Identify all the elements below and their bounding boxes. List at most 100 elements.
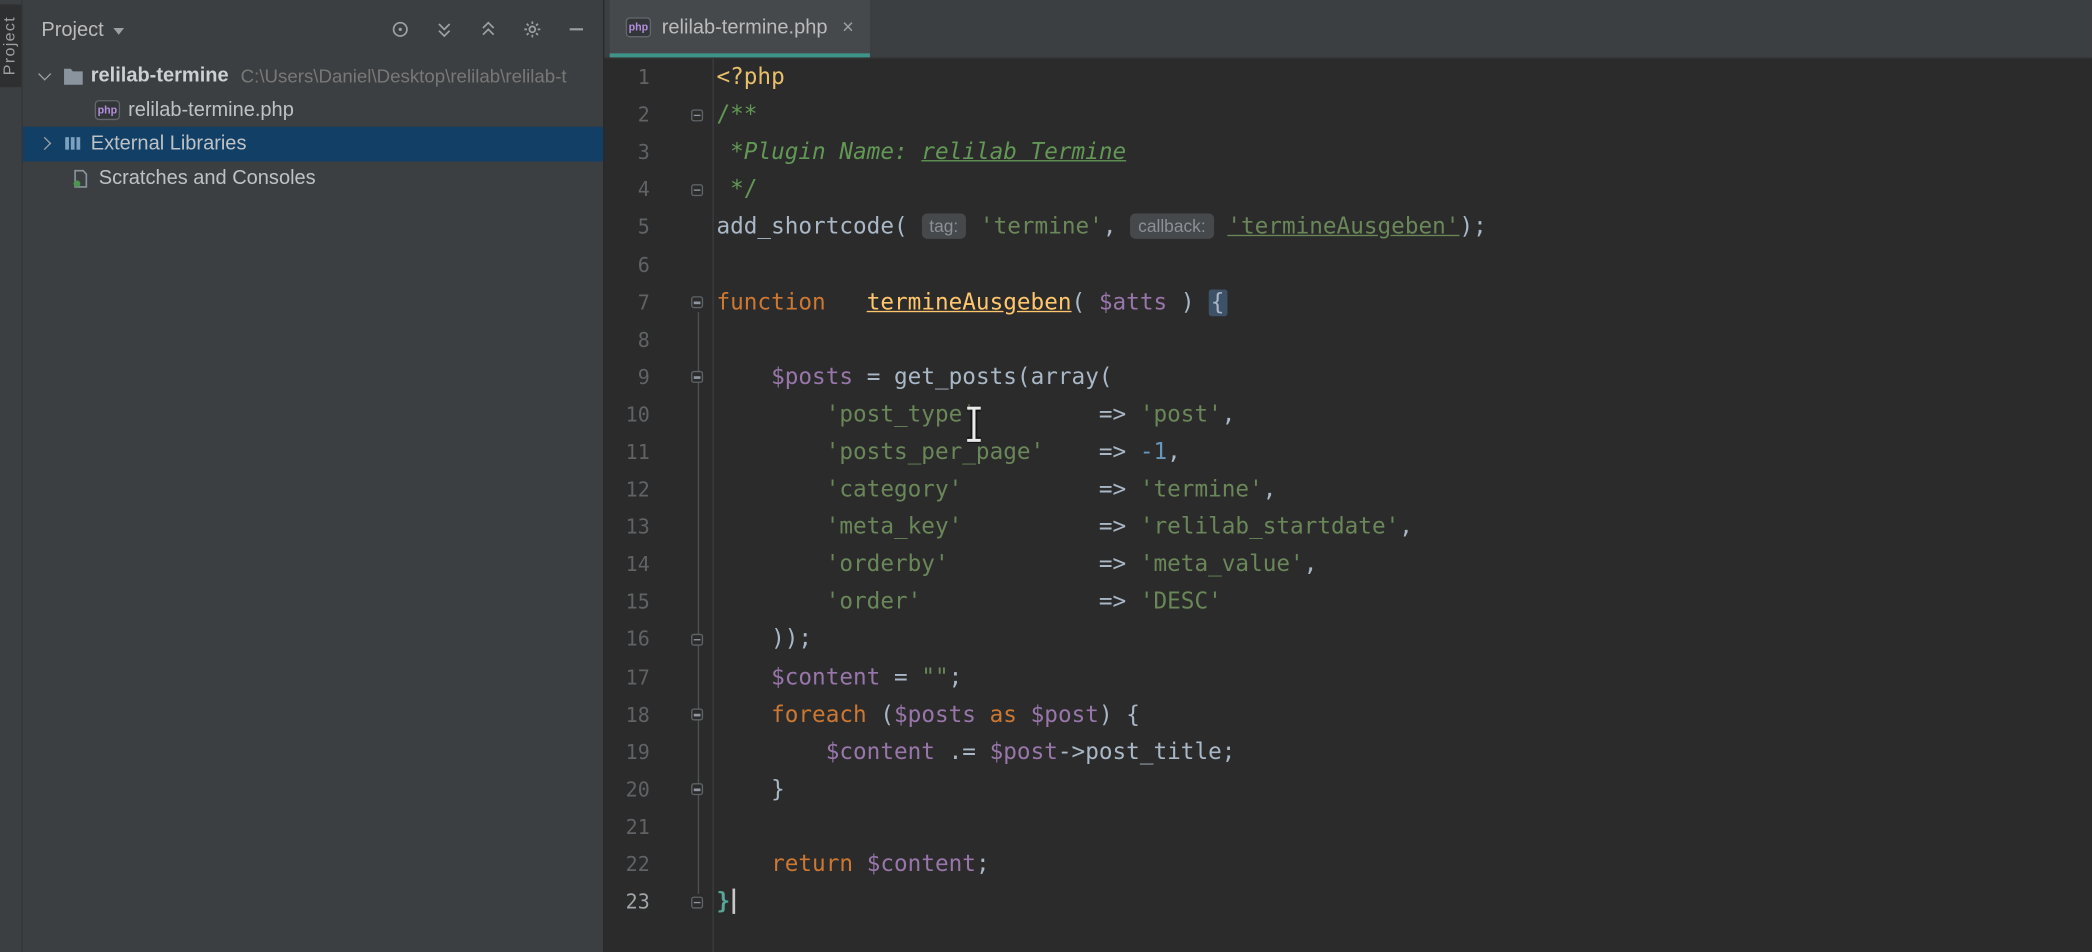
gutter-line[interactable]: 10 [604, 396, 712, 433]
fold-marker-icon[interactable] [691, 296, 703, 308]
expand-all-icon[interactable] [434, 19, 455, 40]
gutter-line[interactable]: 8 [604, 321, 712, 358]
code-line[interactable] [716, 321, 2092, 358]
gutter-line[interactable]: 4 [604, 171, 712, 208]
gutter-line[interactable]: 5 [604, 209, 712, 246]
code-line[interactable]: foreach ($posts as $post) { [716, 696, 2092, 733]
line-number[interactable]: 14 [604, 553, 649, 577]
ide-window: Project Project [0, 0, 2092, 952]
gutter-line[interactable]: 6 [604, 246, 712, 283]
code-line[interactable]: $content .= $post->post_title; [716, 733, 2092, 770]
line-number[interactable]: 3 [604, 140, 649, 164]
gutter-line[interactable]: 15 [604, 583, 712, 620]
editor-tab-active[interactable]: php relilab-termine.php × [610, 0, 870, 57]
line-number[interactable]: 11 [604, 440, 649, 464]
line-number[interactable]: 23 [604, 890, 649, 914]
code-line[interactable]: )); [716, 621, 2092, 658]
gutter-line[interactable]: 18 [604, 696, 712, 733]
chevron-right-icon[interactable] [33, 139, 54, 148]
tree-item-label: relilab-termine.php [128, 99, 294, 122]
line-number[interactable]: 4 [604, 178, 649, 202]
gutter-line[interactable]: 9 [604, 359, 712, 396]
line-number[interactable]: 5 [604, 215, 649, 239]
fold-marker-icon[interactable] [691, 896, 703, 908]
code-line[interactable]: 'order' => 'DESC' [716, 583, 2092, 620]
line-number[interactable]: 12 [604, 478, 649, 502]
fold-marker-icon[interactable] [691, 709, 703, 721]
code-line[interactable]: add_shortcode( tag: 'termine', callback:… [716, 209, 2092, 246]
code-line[interactable]: <?php [716, 59, 2092, 96]
code-line[interactable]: 'post_type' => 'post', [716, 396, 2092, 433]
line-number[interactable]: 19 [604, 740, 649, 764]
gutter-line[interactable]: 1 [604, 59, 712, 96]
line-number[interactable]: 13 [604, 515, 649, 539]
code-line[interactable]: *Plugin Name: relilab Termine [716, 134, 2092, 171]
gutter-line[interactable]: 16 [604, 621, 712, 658]
gutter-line[interactable]: 22 [604, 846, 712, 883]
code-line[interactable]: function termineAusgeben( $atts ) { [716, 284, 2092, 321]
line-number[interactable]: 10 [604, 403, 649, 427]
code-line[interactable]: 'orderby' => 'meta_value', [716, 546, 2092, 583]
tree-item-php-file[interactable]: php relilab-termine.php [23, 93, 603, 127]
gutter-line[interactable]: 13 [604, 508, 712, 545]
code-line[interactable]: 'posts_per_page' => -1, [716, 434, 2092, 471]
fold-marker-icon[interactable] [691, 184, 703, 196]
gutter-line[interactable]: 2 [604, 96, 712, 133]
code-line[interactable]: 'category' => 'termine', [716, 471, 2092, 508]
fold-marker-icon[interactable] [691, 784, 703, 796]
gutter-line[interactable]: 21 [604, 808, 712, 845]
locate-icon[interactable] [390, 19, 411, 40]
line-number[interactable]: 7 [604, 290, 649, 314]
code-line[interactable]: */ [716, 171, 2092, 208]
tool-window-stripe: Project [0, 0, 23, 952]
line-number[interactable]: 9 [604, 365, 649, 389]
line-number[interactable]: 2 [604, 103, 649, 127]
line-number[interactable]: 17 [604, 665, 649, 689]
code-line[interactable]: $content = ""; [716, 658, 2092, 695]
code-line[interactable]: return $content; [716, 846, 2092, 883]
gutter-line[interactable]: 14 [604, 546, 712, 583]
tree-item-scratches[interactable]: Scratches and Consoles [23, 161, 603, 195]
editor-area: php relilab-termine.php × 12345678910111… [603, 0, 2092, 952]
parameter-hint: tag: [921, 214, 966, 239]
settings-gear-icon[interactable] [522, 19, 543, 40]
fold-marker-icon[interactable] [691, 634, 703, 646]
code-line[interactable]: /** [716, 96, 2092, 133]
code-line[interactable]: $posts = get_posts(array( [716, 359, 2092, 396]
tree-item-external-libraries[interactable]: External Libraries [23, 127, 603, 161]
gutter-line[interactable]: 3 [604, 134, 712, 171]
line-number[interactable]: 20 [604, 778, 649, 802]
close-tab-icon[interactable]: × [842, 17, 854, 37]
code-line[interactable]: } [716, 883, 2092, 920]
line-number[interactable]: 15 [604, 590, 649, 614]
project-stripe-button[interactable]: Project [0, 4, 21, 87]
code-line[interactable]: 'meta_key' => 'relilab_startdate', [716, 508, 2092, 545]
gutter-line[interactable]: 7 [604, 284, 712, 321]
line-number[interactable]: 8 [604, 328, 649, 352]
gutter-line[interactable]: 11 [604, 434, 712, 471]
project-panel: Project [23, 0, 603, 952]
line-number[interactable]: 18 [604, 703, 649, 727]
chevron-down-icon[interactable] [33, 72, 54, 79]
code-line[interactable]: } [716, 771, 2092, 808]
collapse-all-icon[interactable] [478, 19, 499, 40]
gutter-line[interactable]: 17 [604, 658, 712, 695]
line-number[interactable]: 22 [604, 853, 649, 877]
line-number[interactable]: 1 [604, 65, 649, 89]
gutter: 1234567891011121314151617181920212223 [604, 59, 713, 952]
gutter-line[interactable]: 23 [604, 883, 712, 920]
line-number[interactable]: 21 [604, 815, 649, 839]
line-number[interactable]: 16 [604, 628, 649, 652]
line-number[interactable]: 6 [604, 253, 649, 277]
gutter-line[interactable]: 20 [604, 771, 712, 808]
hide-panel-icon[interactable] [566, 19, 587, 40]
code-line[interactable] [716, 808, 2092, 845]
fold-marker-icon[interactable] [691, 371, 703, 383]
code-pane[interactable]: <?php/** *Plugin Name: relilab Termine *… [714, 59, 2092, 952]
tree-item-root-folder[interactable]: relilab-termine C:\Users\Daniel\Desktop\… [23, 59, 603, 93]
fold-marker-icon[interactable] [691, 109, 703, 121]
project-panel-title[interactable]: Project [41, 18, 123, 41]
gutter-line[interactable]: 19 [604, 733, 712, 770]
code-line[interactable] [716, 246, 2092, 283]
gutter-line[interactable]: 12 [604, 471, 712, 508]
